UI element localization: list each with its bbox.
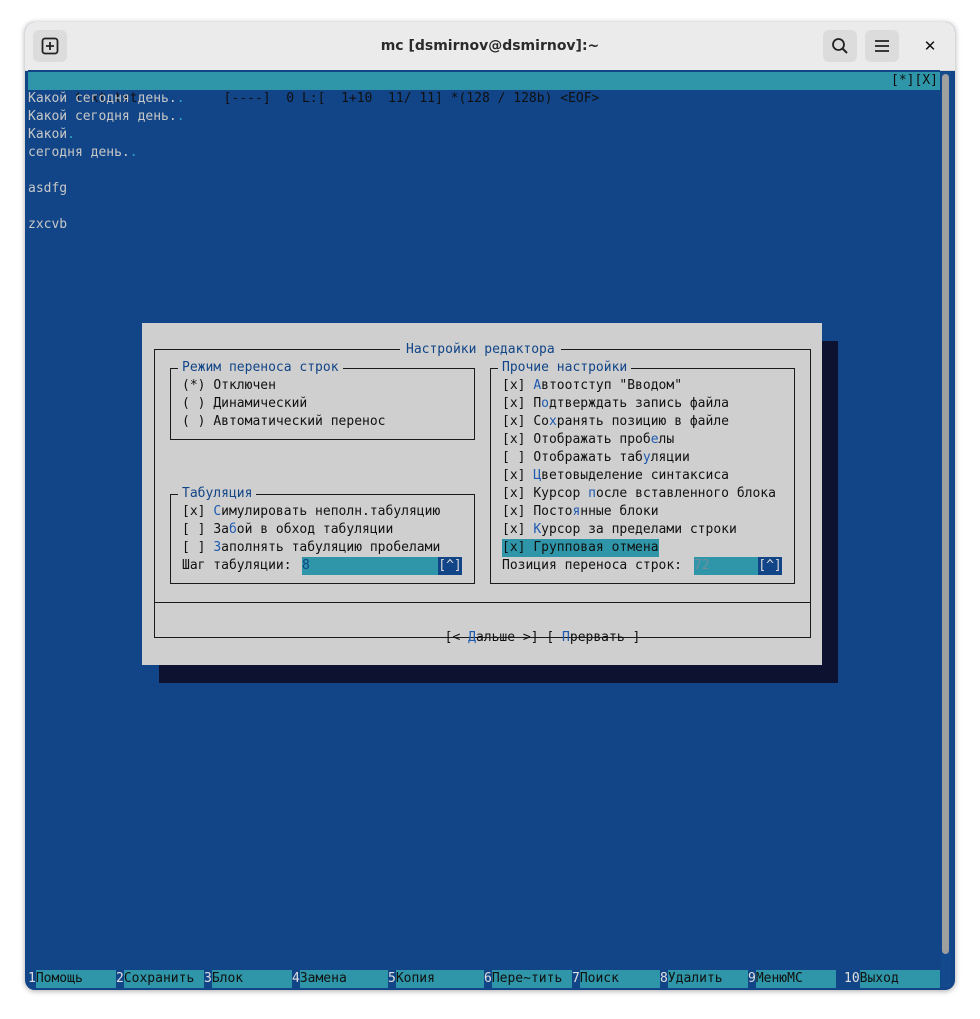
confirm-save-checkbox[interactable]: [x] Подтверждать запись файла	[502, 395, 729, 413]
editor-settings-dialog: Настройки редактора Режим переноса строк…	[142, 323, 822, 665]
fkey-quit[interactable]: 10Выход	[844, 970, 940, 988]
menu-button[interactable]	[865, 30, 899, 62]
search-icon	[832, 38, 848, 54]
fkey-replace[interactable]: 4Замена	[292, 970, 388, 988]
editor-status-bar: text.txt [----] 0 L:[ 1+10 11/ 11] *(128…	[28, 72, 940, 106]
wrap-position-label: Позиция переноса строк:	[502, 558, 683, 573]
fkey-search[interactable]: 7Поиск	[572, 970, 660, 988]
wrap-position-input[interactable]: 72	[694, 557, 758, 575]
tab-step-input[interactable]: 8	[302, 557, 438, 575]
fkey-delete[interactable]: 8Удалить	[660, 970, 748, 988]
editor-line: сегодня день..	[28, 145, 138, 160]
simulate-tab-checkbox[interactable]: [x] Симулировать неполн.табуляцию	[182, 503, 440, 521]
search-button[interactable]	[823, 30, 857, 62]
backspace-tab-checkbox[interactable]: [ ] Забой в обход табуляции	[182, 521, 393, 539]
window-title: mc [dsmirnov@dsmirnov]:~	[380, 38, 600, 54]
fkey-menu[interactable]: 9МенюMC	[748, 970, 836, 988]
dialog-title: Настройки редактора	[400, 341, 561, 359]
save-position-checkbox[interactable]: [x] Сохранять позицию в файле	[502, 413, 729, 431]
fill-tab-spaces-checkbox[interactable]: [ ] Заполнять табуляцию пробелами	[182, 539, 440, 557]
close-icon: ✕	[923, 37, 937, 55]
editor-line: asdfg	[28, 181, 68, 196]
editor-line: Какой сегодня день..	[28, 91, 185, 106]
close-button[interactable]: ✕	[913, 30, 947, 62]
wrap-option-dynamic[interactable]: ( ) Динамический	[182, 395, 307, 413]
hamburger-menu-icon	[875, 40, 889, 52]
wrap-option-off[interactable]: (*) Отключен	[182, 377, 276, 395]
tab-step-history-button[interactable]: [^]	[438, 557, 462, 575]
other-settings-group-title: Прочие настройки	[498, 359, 632, 377]
fkey-save[interactable]: 2Сохранить	[116, 970, 204, 988]
dialog-separator	[154, 602, 811, 603]
auto-indent-checkbox[interactable]: [x] Автоотступ "Вводом"	[502, 377, 682, 395]
terminal-window: mc [dsmirnov@dsmirnov]:~ ✕ text.txt [---…	[25, 22, 955, 990]
fkey-block[interactable]: 3Блок	[204, 970, 292, 988]
dialog-buttons: [< Дальше >] [ Прервать ]	[382, 611, 641, 665]
fkey-help[interactable]: 1Помощь	[28, 970, 116, 988]
fkey-copy[interactable]: 5Копия	[388, 970, 484, 988]
show-spaces-checkbox[interactable]: [x] Отображать пробелы	[502, 431, 674, 449]
title-bar: mc [dsmirnov@dsmirnov]:~ ✕	[25, 22, 955, 71]
group-undo-checkbox[interactable]: [x] Групповая отмена	[502, 539, 659, 557]
abort-button[interactable]: [ Прервать ]	[546, 630, 640, 645]
editor-line: Какой.	[28, 127, 75, 142]
tab-step-label: Шаг табуляции:	[182, 558, 292, 573]
editor-line: Какой сегодня день..	[28, 109, 185, 124]
status-flags[interactable]: [*][X]	[891, 72, 938, 90]
cursor-after-block-checkbox[interactable]: [x] Курсор после вставленного блока	[502, 485, 776, 503]
next-button[interactable]: [< Дальше >]	[445, 630, 539, 645]
editor-line: zxcvb	[28, 217, 68, 232]
wrap-mode-group-title: Режим переноса строк	[178, 359, 343, 377]
terminal-area[interactable]: text.txt [----] 0 L:[ 1+10 11/ 11] *(128…	[28, 70, 940, 990]
cursor-beyond-eol-checkbox[interactable]: [x] Курсор за пределами строки	[502, 521, 737, 539]
tab-group-title: Табуляция	[178, 485, 257, 503]
fkey-move[interactable]: 6Пере~тить	[484, 970, 572, 988]
wrap-option-auto[interactable]: ( ) Автоматический перенос	[182, 413, 386, 431]
scrollbar-thumb[interactable]	[942, 74, 949, 954]
show-tabs-checkbox[interactable]: [ ] Отображать табуляции	[502, 449, 690, 467]
persistent-blocks-checkbox[interactable]: [x] Постоянные блоки	[502, 503, 659, 521]
wrap-position-history-button[interactable]: [^]	[758, 557, 782, 575]
syntax-highlight-checkbox[interactable]: [x] Цветовыделение синтаксиса	[502, 467, 729, 485]
function-key-bar: 1Помощь 2Сохранить 3Блок 4Замена 5Копия …	[28, 970, 940, 988]
